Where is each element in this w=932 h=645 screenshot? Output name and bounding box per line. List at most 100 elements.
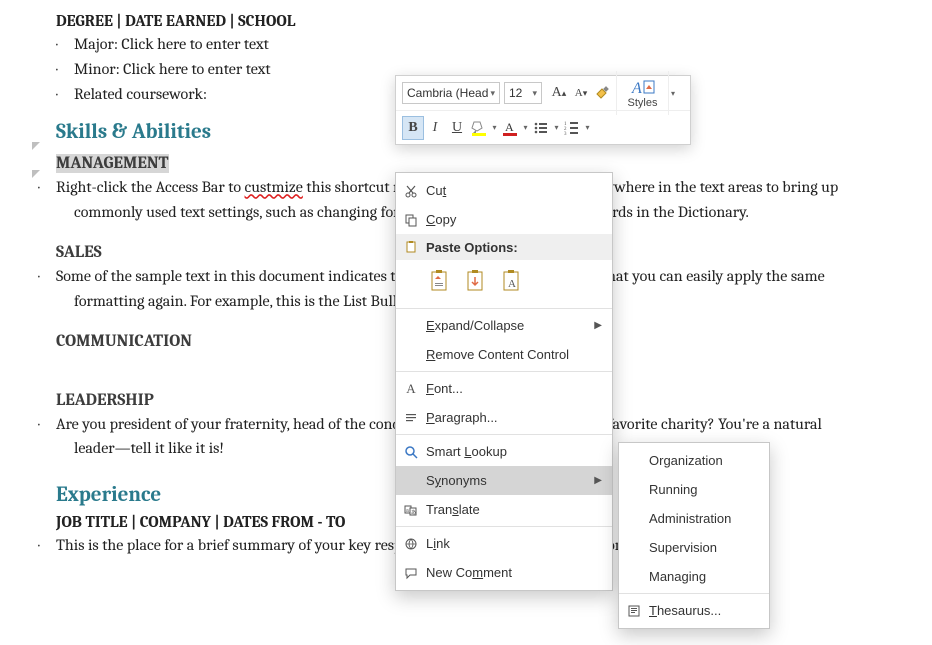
copy-icon <box>396 213 426 227</box>
menuitem-label: Remove Content Control <box>426 347 602 362</box>
smart-lookup-menuitem[interactable]: Smart Lookup <box>396 437 612 466</box>
synonym-label: Thesaurus... <box>649 603 721 618</box>
separator <box>396 371 612 372</box>
collapse-triangle-icon[interactable] <box>30 140 42 152</box>
comment-icon <box>396 566 426 580</box>
paragraph-menuitem[interactable]: Paragraph... <box>396 403 612 432</box>
chevron-right-icon: ▶ <box>594 475 602 486</box>
numbering-button[interactable]: 123 <box>561 116 583 140</box>
degree-heading[interactable]: DEGREE | DATE EARNED | SCHOOL <box>56 12 932 30</box>
text: Right-click the Access Bar to <box>56 178 245 196</box>
synonym-label: Supervision <box>649 540 717 555</box>
menuitem-label: Cut <box>426 183 602 198</box>
highlight-color-button[interactable] <box>468 116 490 140</box>
styles-label: Styles <box>628 97 658 109</box>
bullets-button[interactable] <box>530 116 552 140</box>
management-subheading[interactable]: MANAGEMENT <box>56 154 932 173</box>
separator <box>396 308 612 309</box>
paste-options-header: Paste Options: <box>396 234 612 260</box>
new-comment-menuitem[interactable]: New Comment <box>396 558 612 587</box>
thesaurus-icon <box>619 604 649 618</box>
font-size-value: 12 <box>509 86 522 100</box>
paste-merge-button[interactable] <box>462 267 490 299</box>
svg-text:a: a <box>406 508 409 514</box>
decrease-font-size-button[interactable]: A▾ <box>570 81 592 105</box>
numbering-dropdown-arrow[interactable]: ▾ <box>583 123 592 132</box>
menuitem-label: New Comment <box>426 565 602 580</box>
menuitem-label: Synonyms <box>426 473 594 488</box>
chevron-down-icon: ▾ <box>532 88 537 99</box>
menuitem-label: Smart Lookup <box>426 444 602 459</box>
separator <box>396 526 612 527</box>
svg-text:3: 3 <box>564 132 567 136</box>
cut-menuitem[interactable]: Cut <box>396 176 612 205</box>
translate-icon: aあ <box>396 503 426 517</box>
font-menuitem[interactable]: A Font... <box>396 374 612 403</box>
bold-button[interactable]: B <box>402 116 424 140</box>
paragraph-icon <box>396 411 426 425</box>
synonyms-submenu: Organization Running Administration Supe… <box>618 442 770 629</box>
menuitem-label: Link <box>426 536 602 551</box>
synonym-option[interactable]: Supervision <box>619 533 769 562</box>
svg-text:A: A <box>508 278 516 290</box>
svg-text:あ: あ <box>411 510 416 516</box>
menuitem-label: Paragraph... <box>426 410 602 425</box>
scissors-icon <box>396 184 426 198</box>
synonym-option[interactable]: Running <box>619 475 769 504</box>
remove-content-control-menuitem[interactable]: Remove Content Control <box>396 340 612 369</box>
search-icon <box>396 445 426 459</box>
misspelled-word[interactable]: custmize <box>245 178 303 196</box>
synonym-option[interactable]: Managing <box>619 562 769 591</box>
synonym-option[interactable]: Administration <box>619 504 769 533</box>
increase-font-size-button[interactable]: A▴ <box>548 81 570 105</box>
menuitem-label: Font... <box>426 381 602 396</box>
paste-options-row: A <box>396 260 612 306</box>
chevron-right-icon: ▶ <box>594 320 602 331</box>
clipboard-icon <box>396 240 426 254</box>
paste-keep-source-button[interactable] <box>426 267 454 299</box>
mini-formatting-toolbar: Cambria (Head ▾ 12 ▾ A▴ A▾ A Styles ▾ B … <box>395 75 691 145</box>
menuitem-label: Expand/Collapse <box>426 318 594 333</box>
font-name-value: Cambria (Head <box>407 86 488 100</box>
synonym-label: Running <box>649 482 697 497</box>
synonym-label: Organization <box>649 453 723 468</box>
menuitem-label: Paste Options: <box>426 240 602 255</box>
chevron-down-icon: ▾ <box>490 88 495 99</box>
selected-text: MANAGEMENT <box>56 154 169 173</box>
thesaurus-menuitem[interactable]: Thesaurus... <box>619 596 769 625</box>
highlight-dropdown-arrow[interactable]: ▾ <box>490 123 499 132</box>
bullet-text: Related coursework: <box>74 82 207 107</box>
synonym-label: Managing <box>649 569 706 584</box>
context-menu: Cut Copy Paste Options: A Expand/Collaps… <box>395 172 613 591</box>
font-icon: A <box>396 381 426 397</box>
copy-menuitem[interactable]: Copy <box>396 205 612 234</box>
synonyms-menuitem[interactable]: Synonyms ▶ <box>396 466 612 495</box>
translate-menuitem[interactable]: aあ Translate <box>396 495 612 524</box>
separator <box>619 593 769 594</box>
bullet-text: Minor: Click here to enter text <box>74 57 271 82</box>
svg-text:A: A <box>505 120 514 134</box>
styles-dropdown-arrow[interactable]: ▾ <box>668 71 677 115</box>
styles-button[interactable]: A Styles <box>616 71 668 115</box>
font-size-combo[interactable]: 12 ▾ <box>504 82 542 104</box>
synonym-label: Administration <box>649 511 731 526</box>
underline-button[interactable]: U <box>446 116 468 140</box>
font-color-dropdown-arrow[interactable]: ▾ <box>521 123 530 132</box>
link-icon <box>396 537 426 551</box>
menuitem-label: Translate <box>426 502 602 517</box>
svg-text:A: A <box>631 80 642 97</box>
menuitem-label: Copy <box>426 212 602 227</box>
expand-collapse-menuitem[interactable]: Expand/Collapse ▶ <box>396 311 612 340</box>
synonym-option[interactable]: Organization <box>619 446 769 475</box>
collapse-triangle-icon[interactable] <box>30 168 42 180</box>
separator <box>396 434 612 435</box>
link-menuitem[interactable]: Link <box>396 529 612 558</box>
italic-button[interactable]: I <box>424 116 446 140</box>
list-item[interactable]: ·Major: Click here to enter text <box>56 32 932 57</box>
format-painter-button[interactable] <box>592 81 614 105</box>
bullets-dropdown-arrow[interactable]: ▾ <box>552 123 561 132</box>
font-color-button[interactable]: A <box>499 116 521 140</box>
bullet-text: Major: Click here to enter text <box>74 32 269 57</box>
paste-text-only-button[interactable]: A <box>498 267 526 299</box>
font-name-combo[interactable]: Cambria (Head ▾ <box>402 82 500 104</box>
